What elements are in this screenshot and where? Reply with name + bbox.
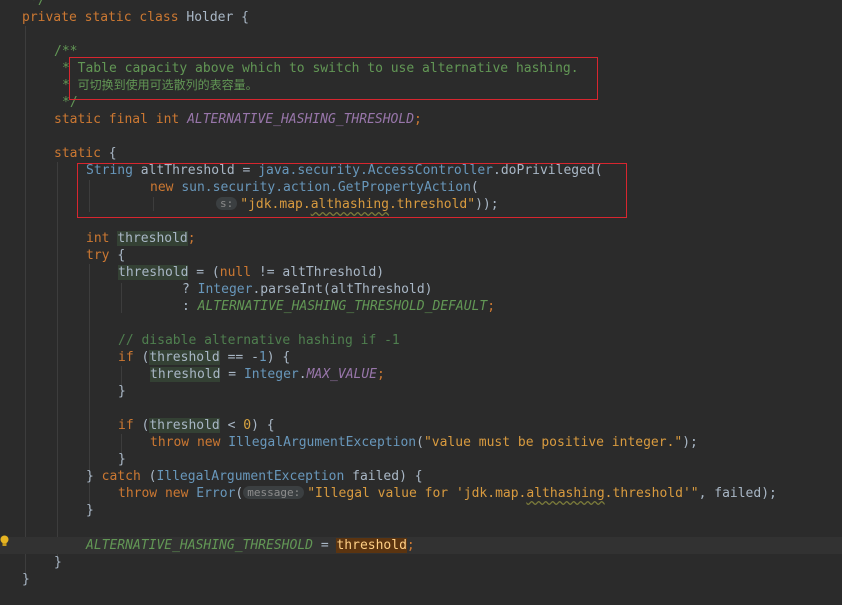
code-line: if (threshold < 0) {: [118, 418, 275, 433]
code-line: */: [30, 0, 46, 8]
indent-guide: [57, 162, 58, 557]
code-line: threshold = (null != altThreshold): [118, 265, 385, 280]
caret-identifier[interactable]: threshold: [336, 538, 407, 553]
code-line: static final int ALTERNATIVE_HASHING_THR…: [54, 112, 422, 127]
code-line: try {: [86, 248, 126, 263]
code-line: : ALTERNATIVE_HASHING_THRESHOLD_DEFAULT;: [182, 299, 496, 314]
code-line: ALTERNATIVE_HASHING_THRESHOLD = threshol…: [86, 538, 415, 553]
indent-guide: [25, 26, 26, 574]
code-line: if (threshold == -1) {: [118, 350, 291, 365]
code-editor[interactable]: */ private static class Holder { /** * T…: [0, 0, 842, 605]
code-line: }: [118, 384, 126, 399]
lightbulb-icon[interactable]: [0, 535, 9, 547]
code-line: }: [54, 555, 62, 570]
code-line: static {: [54, 146, 117, 161]
code-line: } catch (IllegalArgumentException failed…: [86, 469, 423, 484]
code-line: ? Integer.parseInt(altThreshold): [182, 282, 433, 297]
annotation-box-privileged: [77, 163, 627, 218]
code-line: threshold = Integer.MAX_VALUE;: [150, 367, 385, 382]
code-line: private static class Holder {: [22, 10, 249, 25]
annotation-box-comment: [69, 57, 598, 100]
code-line: }: [86, 503, 94, 518]
indent-guide: [121, 283, 122, 313]
parameter-hint: message:: [243, 486, 305, 499]
code-line: int threshold;: [86, 231, 196, 246]
code-line: throw new Error(message: "Illegal value f…: [118, 486, 777, 501]
code-line: throw new IllegalArgumentException("valu…: [150, 435, 698, 450]
code-line: // disable alternative hashing if -1: [118, 333, 400, 348]
code-line: }: [118, 452, 126, 467]
code-line: }: [22, 572, 30, 587]
